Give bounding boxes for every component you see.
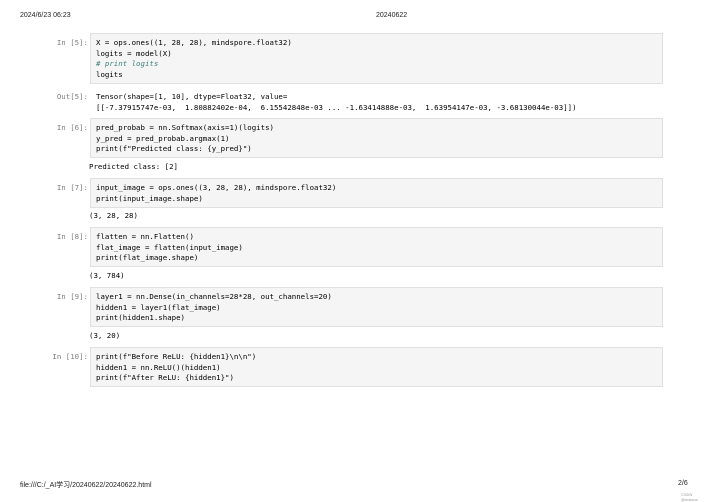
- code-line: flat_image = flatten(input_image): [96, 242, 243, 252]
- code-line: flatten = nn.Flatten(): [96, 232, 194, 241]
- input-prompt: In [7]:: [56, 183, 88, 192]
- output-line: Tensor(shape=[1, 10], dtype=Float32, val…: [96, 92, 288, 101]
- code-input-area[interactable]: X = ops.ones((1, 28, 28), mindspore.floa…: [90, 33, 663, 84]
- code-line: input_image = ops.ones((3, 28, 28), mind…: [96, 183, 337, 192]
- print-file-path: file:///C:/_AI学习/20240622/20240622.html: [20, 482, 152, 489]
- code-input-area[interactable]: input_image = ops.ones((3, 28, 28), mind…: [90, 178, 663, 208]
- output-line: [[-7.37915747e-03, 1.80882402e-04, 6.155…: [96, 102, 577, 112]
- code-input-area[interactable]: pred_probab = nn.Softmax(axis=1)(logits)…: [90, 118, 663, 158]
- code-line: print(hidden1.shape): [96, 313, 185, 323]
- output-prompt: Out[5]:: [56, 92, 88, 101]
- code-line: pred_probab = nn.Softmax(axis=1)(logits): [96, 123, 274, 132]
- cell-output: (3, 784): [89, 271, 125, 280]
- page-number: 2/6: [678, 480, 688, 487]
- code-input-area[interactable]: print(f"Before ReLU: {hidden1}\n\n") hid…: [90, 347, 663, 387]
- input-prompt: In [5]:: [56, 38, 88, 47]
- print-title: 20240622: [376, 12, 408, 19]
- code-line: logits: [96, 69, 123, 79]
- code-line: print(flat_image.shape): [96, 253, 199, 263]
- code-line: print(f"Predicted class: {y_pred}"): [96, 144, 252, 154]
- code-comment: # print logits: [96, 59, 159, 69]
- code-input-area[interactable]: flatten = nn.Flatten() flat_image = flat…: [90, 227, 663, 267]
- code-line: print(input_image.shape): [96, 193, 203, 203]
- code-line: logits = model(X): [96, 48, 172, 58]
- input-prompt: In [9]:: [56, 292, 88, 301]
- code-line: print(f"Before ReLU: {hidden1}\n\n"): [96, 352, 257, 361]
- cell-output: (3, 28, 28): [89, 211, 138, 220]
- print-datetime: 2024/6/23 06:23: [20, 12, 71, 19]
- code-input-area[interactable]: layer1 = nn.Dense(in_channels=28*28, out…: [90, 287, 663, 327]
- code-line: y_pred = pred_probab.argmax(1): [96, 133, 230, 143]
- cell-output: (3, 20): [89, 331, 121, 340]
- code-line: hidden1 = layer1(flat_image): [96, 302, 221, 312]
- cell-output: Predicted class: [2]: [89, 162, 178, 171]
- code-line: X = ops.ones((1, 28, 28), mindspore.floa…: [96, 38, 292, 47]
- watermark: CSDN @mxiaox: [681, 492, 698, 502]
- input-prompt: In [8]:: [56, 232, 88, 241]
- code-line: layer1 = nn.Dense(in_channels=28*28, out…: [96, 292, 332, 301]
- code-line: print(f"After ReLU: {hidden1}"): [96, 373, 234, 383]
- code-line: hidden1 = nn.ReLU()(hidden1): [96, 362, 221, 372]
- input-prompt: In [10]:: [52, 352, 88, 361]
- input-prompt: In [6]:: [56, 123, 88, 132]
